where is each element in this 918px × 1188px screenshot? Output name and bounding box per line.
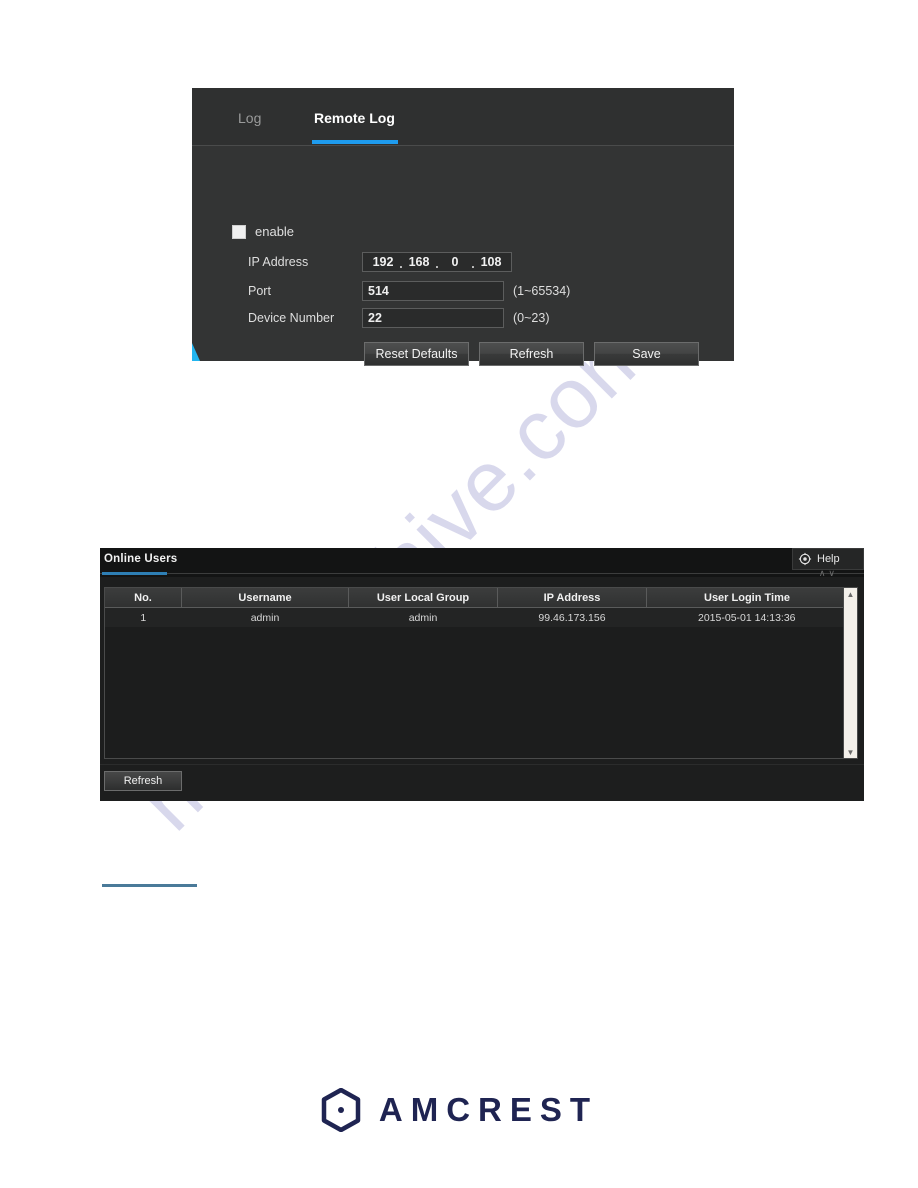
enable-checkbox-label: enable: [255, 224, 295, 239]
page-title: Online Users: [104, 553, 178, 565]
port-range-hint: (1~65534): [513, 284, 571, 298]
section-link-underline: [102, 884, 197, 887]
help-label: Help: [817, 553, 840, 565]
amcrest-wordmark: AMCREST: [378, 1091, 599, 1128]
cell-no: 1: [105, 607, 182, 627]
reset-defaults-button[interactable]: Reset Defaults: [364, 342, 469, 366]
port-row: Port 514 (1~65534): [248, 280, 570, 302]
tab-remote-log[interactable]: Remote Log: [314, 109, 395, 127]
column-header-ip-address[interactable]: IP Address: [497, 588, 647, 608]
active-tab-indicator: [312, 140, 398, 144]
table-vertical-scrollbar[interactable]: ▲ ▼: [843, 588, 857, 758]
cell-ip-address: 99.46.173.156: [497, 607, 647, 627]
device-number-range-hint: (0~23): [513, 311, 550, 325]
ip-separator-3: .: [471, 257, 475, 271]
cell-user-login-time: 2015-05-01 14:13:36: [646, 607, 847, 627]
column-header-no[interactable]: No.: [105, 588, 182, 608]
online-users-panel: Online Users Help ∧∨ No. Username User L…: [100, 548, 864, 801]
header-arrow-marks: ∧∨: [818, 568, 838, 578]
table-row[interactable]: 1 admin admin 99.46.173.156 2015-05-01 1…: [105, 607, 847, 627]
device-number-label: Device Number: [248, 311, 335, 325]
port-label: Port: [248, 284, 271, 298]
ip-address-row: IP Address 192 . 168 . 0 . 108: [248, 251, 512, 273]
enable-checkbox[interactable]: [232, 225, 246, 239]
brand-footer: AMCREST: [0, 1088, 918, 1132]
scroll-up-arrow-icon[interactable]: ▲: [844, 588, 857, 600]
amcrest-hexagon-logo-icon: [321, 1088, 361, 1132]
online-users-table-container: No. Username User Local Group IP Address…: [104, 587, 858, 759]
enable-checkbox-row[interactable]: enable: [232, 225, 294, 239]
table-header-row: No. Username User Local Group IP Address…: [105, 588, 847, 608]
corner-accent-triangle: [192, 343, 200, 361]
column-header-user-login-time[interactable]: User Login Time: [646, 588, 847, 608]
tab-log[interactable]: Log: [238, 109, 261, 127]
ip-octet-4[interactable]: 108: [477, 255, 505, 269]
column-header-username[interactable]: Username: [181, 588, 349, 608]
ip-address-input[interactable]: 192 . 168 . 0 . 108: [362, 252, 512, 272]
port-input[interactable]: 514: [362, 281, 504, 301]
column-header-user-local-group[interactable]: User Local Group: [348, 588, 498, 608]
remote-log-form: enable IP Address 192 . 168 . 0 . 108 Po…: [192, 146, 734, 366]
cell-username: admin: [181, 607, 349, 627]
scroll-down-arrow-icon[interactable]: ▼: [844, 746, 857, 758]
save-button[interactable]: Save: [594, 342, 699, 366]
ip-separator-1: .: [399, 257, 403, 271]
online-users-header: Online Users Help ∧∨: [100, 548, 864, 578]
header-divider: [100, 573, 864, 574]
ip-separator-2: .: [435, 257, 439, 271]
device-number-row: Device Number 22 (0~23): [248, 307, 549, 329]
ip-octet-3[interactable]: 0: [441, 255, 469, 269]
ip-octet-2[interactable]: 168: [405, 255, 433, 269]
remote-log-panel: Log Remote Log enable IP Address 192 . 1…: [192, 88, 734, 366]
tab-bar: Log Remote Log: [192, 88, 734, 146]
online-users-refresh-button[interactable]: Refresh: [104, 771, 182, 791]
device-number-input[interactable]: 22: [362, 308, 504, 328]
ip-octet-1[interactable]: 192: [369, 255, 397, 269]
online-users-footer: Refresh: [100, 764, 864, 801]
refresh-button[interactable]: Refresh: [479, 342, 584, 366]
ip-address-label: IP Address: [248, 255, 309, 269]
form-button-row: Reset Defaults Refresh Save: [364, 342, 699, 366]
online-users-table: No. Username User Local Group IP Address…: [105, 588, 847, 627]
help-button[interactable]: Help: [792, 548, 864, 570]
cell-user-local-group: admin: [348, 607, 498, 627]
title-underline: [102, 572, 167, 575]
help-compass-icon: [798, 552, 812, 566]
